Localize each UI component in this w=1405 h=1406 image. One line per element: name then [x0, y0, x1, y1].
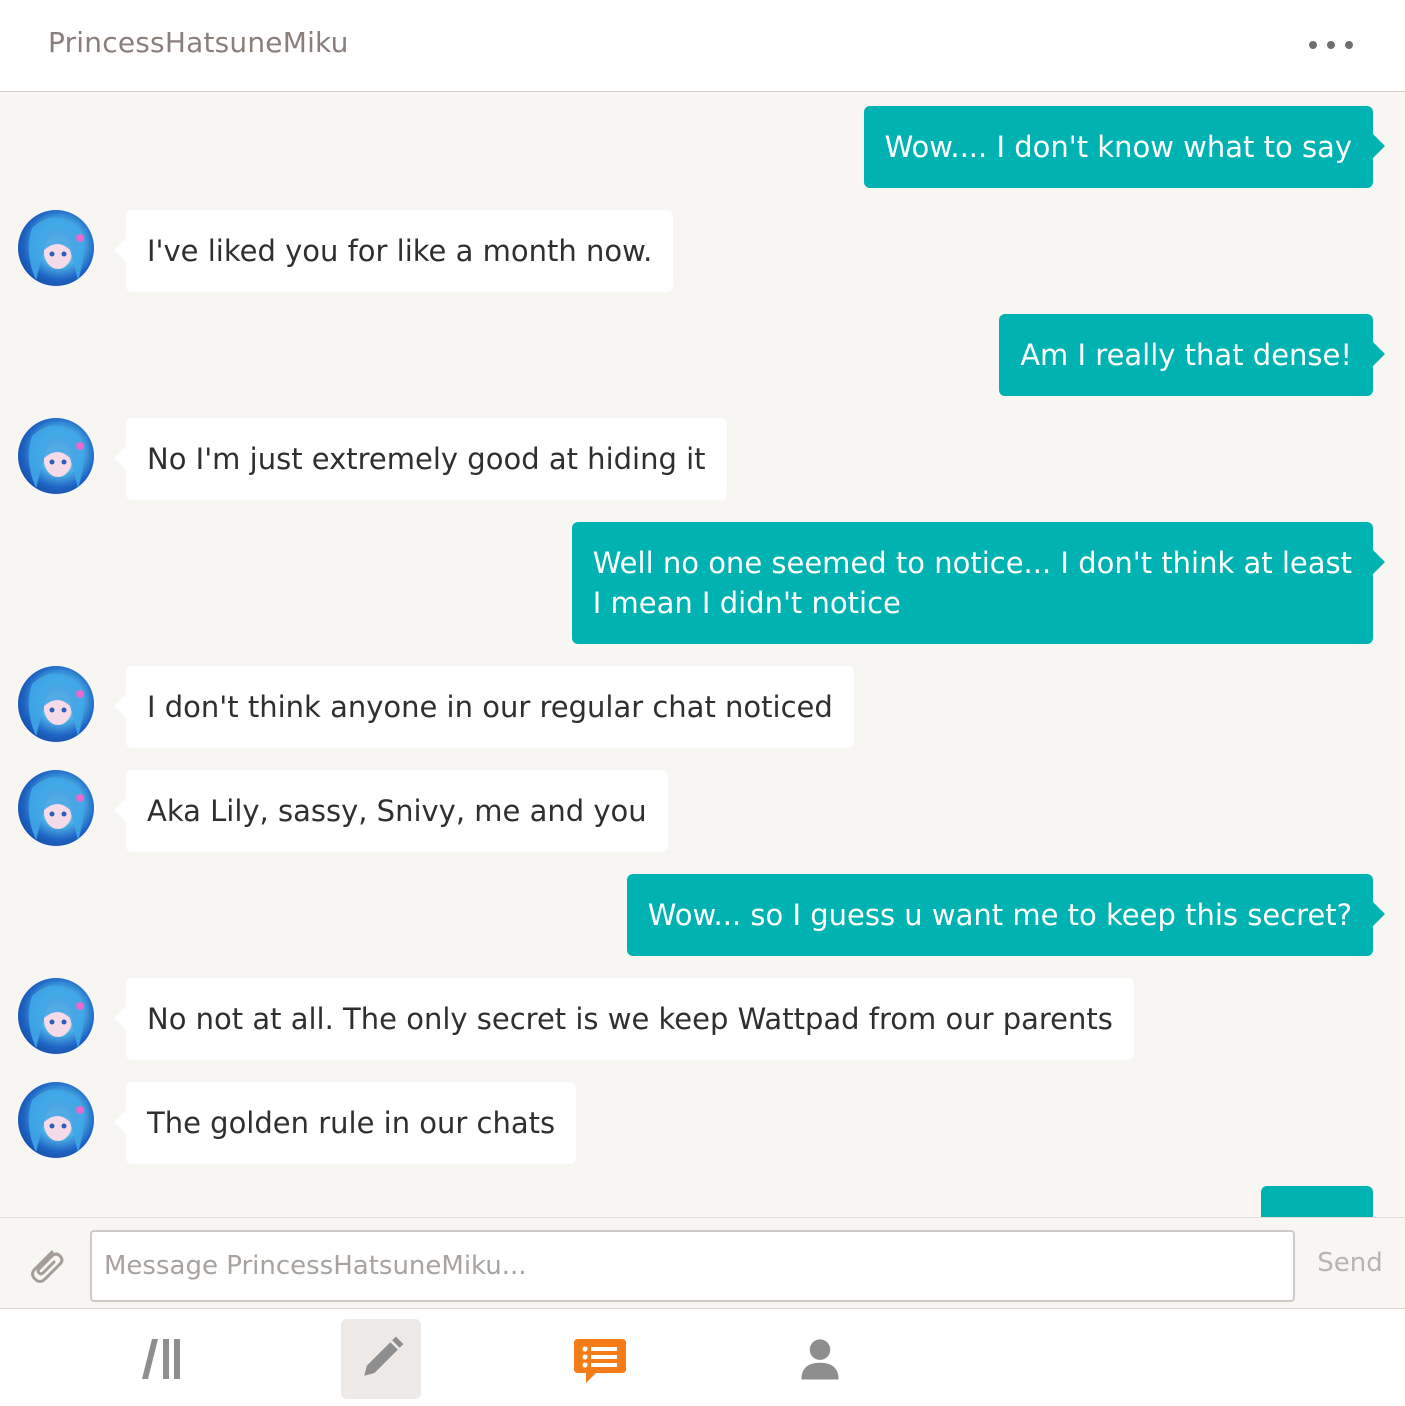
nav-messages[interactable]	[560, 1319, 640, 1399]
paperclip-icon	[31, 1250, 64, 1283]
message-incoming: No not at all. The only secret is we kee…	[114, 978, 1134, 1060]
message-text: No not at all. The only secret is we kee…	[147, 1002, 1113, 1036]
write-icon	[364, 1336, 404, 1376]
profile-icon	[801, 1339, 839, 1380]
message-outgoing: Wow... so I guess u want me to keep this…	[626, 874, 1386, 956]
avatar-image-icon	[28, 985, 84, 1048]
more-dot-icon	[1327, 41, 1335, 49]
message-incoming: No I'm just extremely good at hiding it	[114, 418, 727, 500]
nav-profile[interactable]	[780, 1319, 860, 1399]
message-text: I've liked you for like a month now.	[147, 234, 653, 268]
message-text: I don't think anyone in our regular chat…	[147, 690, 833, 724]
message-text: Am I really that dense!	[1020, 338, 1352, 372]
send-button[interactable]: Send	[1310, 1248, 1390, 1284]
message-text: No I'm just extremely good at hiding it	[147, 442, 706, 476]
avatar[interactable]	[18, 770, 94, 846]
message-text: Wow... so I guess u want me to keep this…	[647, 898, 1352, 932]
avatar-image-icon	[28, 425, 84, 488]
message-incoming: Aka Lily, sassy, Snivy, me and you	[114, 770, 668, 852]
message-outgoing-partial	[1261, 1186, 1373, 1217]
avatar-image-icon	[28, 1089, 84, 1152]
avatar[interactable]	[18, 210, 94, 286]
avatar[interactable]	[18, 1082, 94, 1158]
message-incoming: I've liked you for like a month now.	[113, 210, 674, 292]
more-options-button[interactable]	[1309, 30, 1353, 60]
chat-app: PrincessHatsuneMiku Wow.... I don't know…	[0, 0, 1405, 1406]
avatar[interactable]	[18, 666, 94, 742]
avatar-image-icon	[28, 673, 84, 736]
message-text: Wow.... I don't know what to say	[884, 130, 1352, 164]
more-dot-icon	[1309, 41, 1317, 49]
message-text: Aka Lily, sassy, Snivy, me and you	[147, 794, 647, 828]
message-list[interactable]: Wow.... I don't know what to say I've li…	[0, 92, 1405, 1217]
more-dot-icon	[1345, 41, 1353, 49]
library-icon	[142, 1339, 180, 1379]
nav-write[interactable]	[341, 1319, 421, 1399]
message-outgoing: Wow.... I don't know what to say	[863, 106, 1386, 188]
message-composer: Send	[0, 1217, 1405, 1309]
message-incoming: I don't think anyone in our regular chat…	[114, 666, 854, 748]
message-text: Well no one seemed to notice... I don't …	[592, 546, 1352, 580]
message-text: The golden rule in our chats	[147, 1106, 556, 1140]
messages-icon	[574, 1339, 626, 1383]
avatar[interactable]	[18, 978, 94, 1054]
avatar-image-icon	[28, 777, 84, 840]
message-outgoing: Am I really that dense!	[999, 314, 1385, 396]
attach-button[interactable]	[22, 1242, 68, 1288]
conversation-title: PrincessHatsuneMiku	[48, 26, 349, 59]
bottom-navigation	[0, 1309, 1405, 1406]
message-text-line-2: I mean I didn't notice	[592, 586, 901, 620]
message-outgoing: Well no one seemed to notice... I don't …	[571, 522, 1386, 644]
nav-library[interactable]	[122, 1319, 202, 1399]
message-input[interactable]	[90, 1230, 1295, 1302]
avatar[interactable]	[18, 418, 94, 494]
avatar-image-icon	[28, 217, 84, 280]
chat-header: PrincessHatsuneMiku	[0, 0, 1405, 92]
message-incoming: The golden rule in our chats	[113, 1082, 577, 1164]
